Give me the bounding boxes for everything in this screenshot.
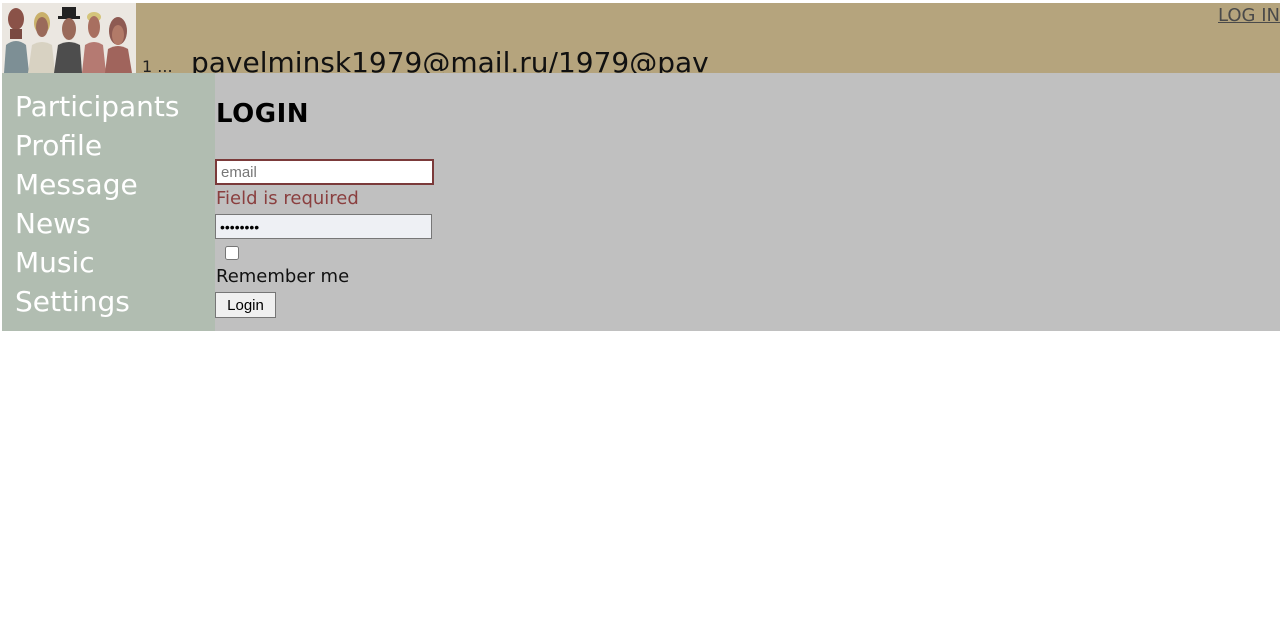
sidebar-item-message[interactable]: Message	[15, 165, 215, 204]
sidebar-item-participants[interactable]: Participants	[15, 87, 215, 126]
page-title: LOGIN	[216, 99, 310, 129]
email-error-message: Field is required	[216, 188, 359, 209]
app: 1 ... pavelminsk1979@mail.ru/1979@pav LO…	[2, 3, 1280, 331]
header: 1 ... pavelminsk1979@mail.ru/1979@pav LO…	[2, 3, 1280, 73]
login-submit-button[interactable]: Login	[215, 292, 276, 318]
sidebar-nav: Participants Profile Message News Music …	[2, 73, 215, 331]
sidebar-item-news[interactable]: News	[15, 204, 215, 243]
user-email-label: pavelminsk1979@mail.ru/1979@pav	[191, 46, 709, 73]
main-content: LOGIN Field is required Remember me Logi…	[215, 73, 1280, 331]
email-field[interactable]	[215, 159, 434, 185]
sidebar-item-profile[interactable]: Profile	[15, 126, 215, 165]
password-field[interactable]	[215, 214, 432, 239]
band-illustration	[2, 3, 136, 73]
login-link[interactable]: LOG IN	[1218, 5, 1280, 26]
logo	[2, 3, 136, 73]
remember-me-label: Remember me	[216, 266, 350, 287]
remember-me-checkbox[interactable]	[225, 246, 239, 260]
sidebar-item-settings[interactable]: Settings	[15, 282, 215, 321]
user-id-label: 1 ...	[142, 57, 173, 73]
sidebar-item-music[interactable]: Music	[15, 243, 215, 282]
